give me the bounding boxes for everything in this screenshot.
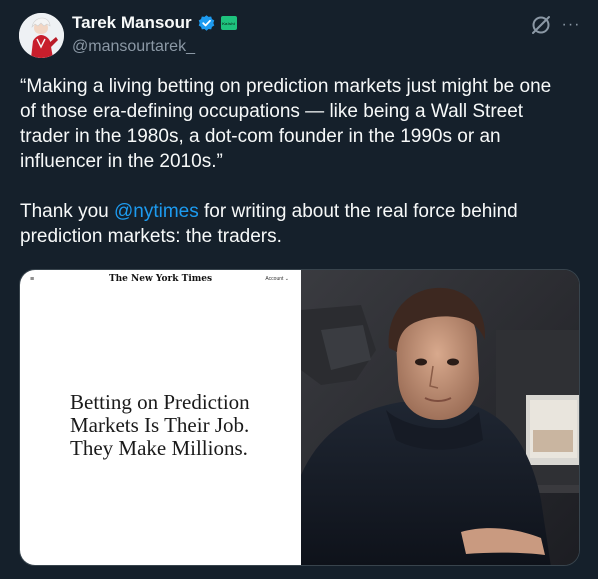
tweet-header: Tarek Mansour Kalshi @mansourtarek_ [72,13,237,56]
thanks-prefix: Thank you [20,201,114,222]
name-row: Tarek Mansour Kalshi [72,13,237,33]
tweet-card: Tarek Mansour Kalshi @mansourtarek_ ··· … [0,0,598,579]
article-headline: Betting on Prediction Markets Is Their J… [70,391,270,460]
nyt-account-link: Account ⌄ [265,276,289,282]
display-name[interactable]: Tarek Mansour [72,13,192,33]
media-attachment[interactable]: ≡ The New York Times Account ⌄ Betting o… [19,269,580,566]
portrait-photo [301,270,579,565]
thanks-suffix: for writing about the real force behind [198,201,518,222]
thanks-line-1: Thank you @nytimes for writing about the… [20,199,580,224]
affiliation-badge-icon[interactable]: Kalshi [220,16,237,30]
tweet-text: “Making a living betting on prediction m… [20,74,580,249]
grok-icon[interactable] [530,14,552,36]
headline-line-1: Betting on Prediction [70,390,250,414]
user-handle[interactable]: @mansourtarek_ [72,38,237,56]
quote-line-4: influencer in the 2010s.” [20,151,223,172]
more-icon[interactable]: ··· [560,14,582,36]
verified-badge-icon [197,14,216,33]
quote-line-2: of those era-defining occupations — like… [20,101,524,122]
nyt-screenshot: ≡ The New York Times Account ⌄ Betting o… [20,270,301,565]
quote-line-1: “Making a living betting on prediction m… [20,76,552,97]
thanks-line-2: prediction markets: the traders. [20,226,282,247]
quote-line-3: trader in the 1980s, a dot-com founder i… [20,126,501,147]
headline-line-2: Markets Is Their Job. [70,413,250,437]
mention-link[interactable]: @nytimes [114,201,199,222]
nyt-logo: The New York Times [108,274,213,284]
avatar[interactable] [19,13,64,58]
headline-line-3: They Make Millions. [70,436,248,460]
